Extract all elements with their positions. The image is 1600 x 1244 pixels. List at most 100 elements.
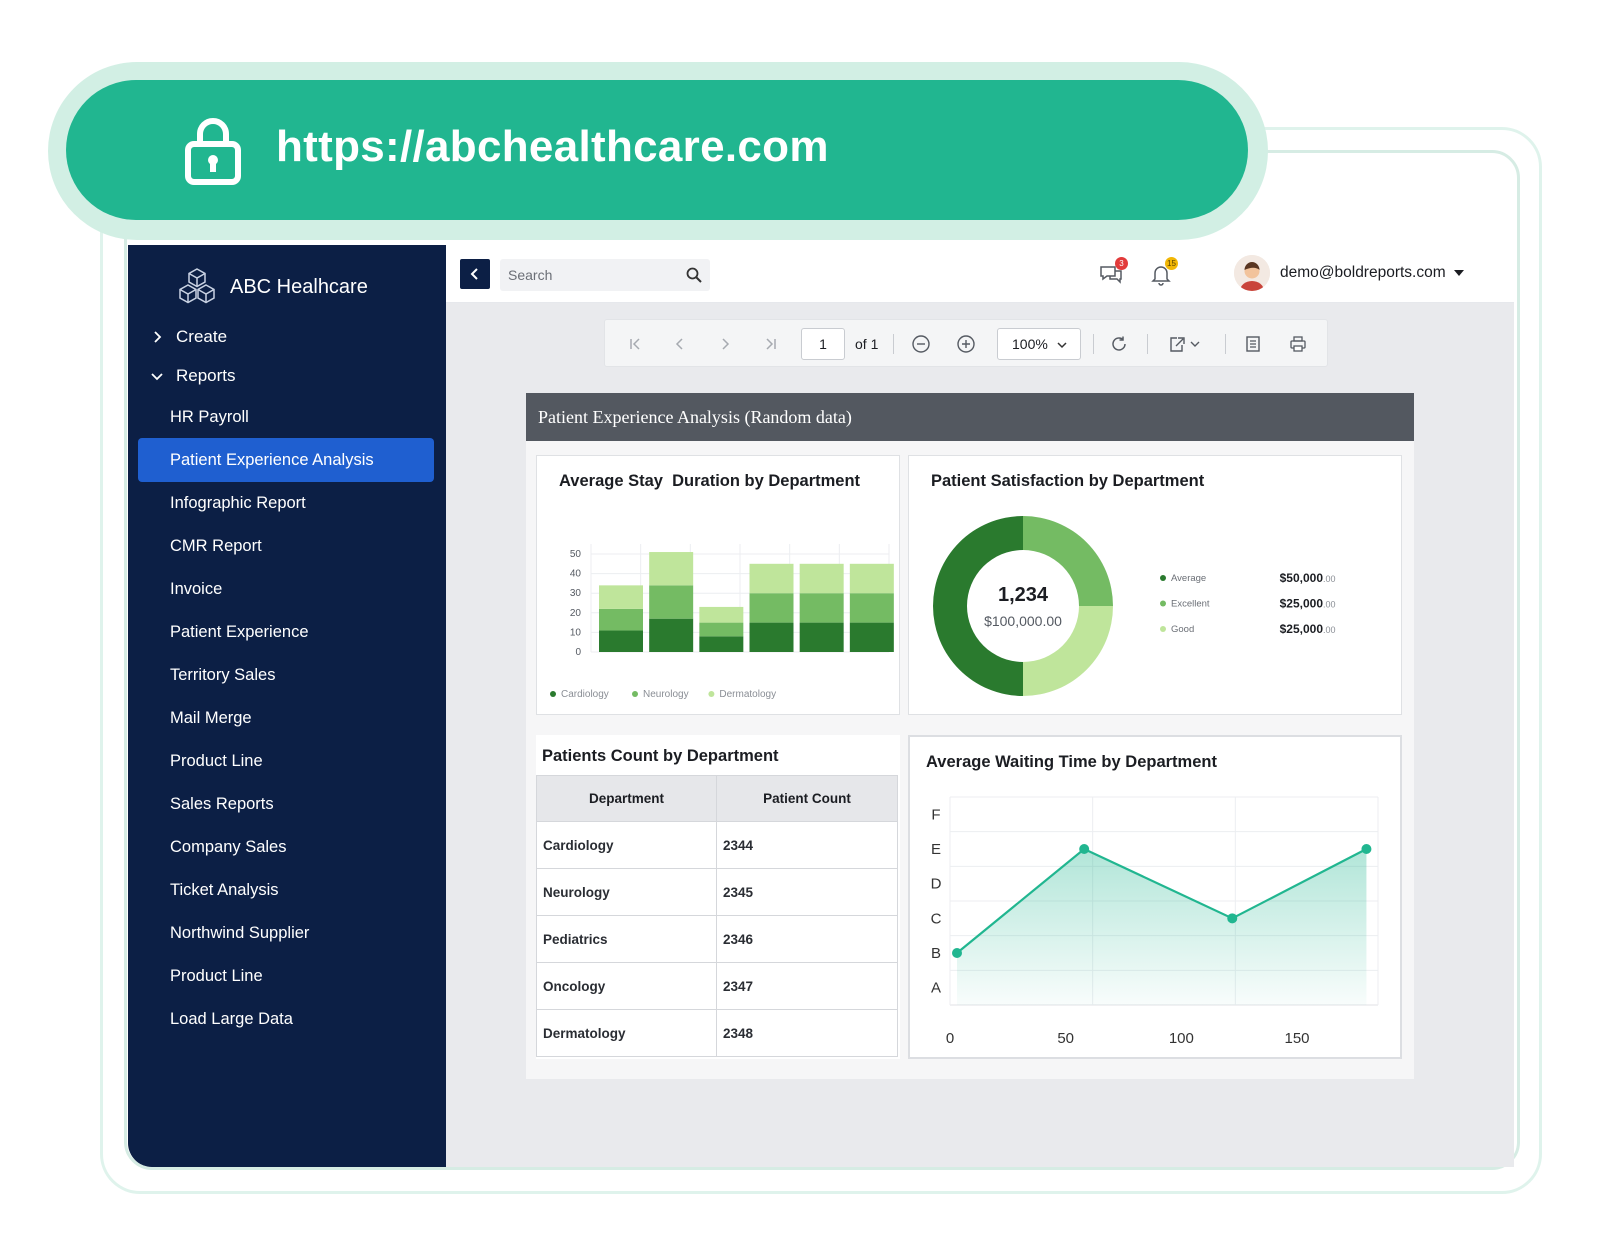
column-header-department[interactable]: Department <box>536 775 717 822</box>
page-number-input[interactable]: 1 <box>801 328 845 360</box>
url-text[interactable]: https://abchealthcare.com <box>276 122 829 172</box>
y-tick-label: A <box>931 980 941 997</box>
satisfaction-card: Patient Satisfaction by Department 1,234… <box>908 455 1402 715</box>
sidebar-item-sales-reports[interactable]: Sales Reports <box>170 792 274 816</box>
department-cell: Neurology <box>536 868 717 916</box>
y-tick-label: 20 <box>570 608 582 619</box>
patient-count-cell: 2348 <box>716 1009 898 1057</box>
table-row: Pediatrics 2346 <box>536 915 898 963</box>
legend-label: Cardiology <box>561 689 609 700</box>
zoom-select[interactable]: 100% <box>997 328 1081 360</box>
nav-group-reports[interactable]: Reports <box>150 364 236 388</box>
bar-segment <box>599 630 643 652</box>
x-tick-label: 150 <box>1285 1030 1310 1047</box>
sidebar-item-company-sales[interactable]: Company Sales <box>170 835 286 859</box>
search-input[interactable] <box>500 259 670 291</box>
sidebar-item-patient-experience-analysis[interactable]: Patient Experience Analysis <box>138 438 434 482</box>
viewer-toolbar: 1 of 1 100% <box>604 319 1328 367</box>
previous-page-button[interactable] <box>668 332 692 356</box>
waiting-time-card: Average Waiting Time by Department ABCDE… <box>908 735 1402 1059</box>
print-icon <box>1290 336 1306 352</box>
collapse-sidebar-button[interactable] <box>460 259 490 289</box>
bar-segment <box>849 593 894 623</box>
patient-count-cell: 2344 <box>716 821 898 869</box>
url-bar[interactable]: https://abchealthcare.com <box>66 80 1248 220</box>
toolbar-divider <box>1093 334 1094 354</box>
legend-amount: $50,000 <box>1280 571 1324 585</box>
toolbar-divider <box>1225 334 1226 354</box>
zoom-in-button[interactable] <box>954 332 978 356</box>
messages-button[interactable]: 3 <box>1098 257 1128 287</box>
first-page-button[interactable] <box>623 332 647 356</box>
area-fill <box>957 849 1367 1005</box>
sidebar-item-hr-payroll[interactable]: HR Payroll <box>170 405 249 429</box>
messages-badge: 3 <box>1115 257 1128 270</box>
search-icon[interactable] <box>686 267 702 283</box>
table-row: Dermatology 2348 <box>536 1009 898 1057</box>
sidebar-item-product-line[interactable]: Product Line <box>170 749 263 773</box>
next-page-button[interactable] <box>713 332 737 356</box>
sidebar-item-cmr-report[interactable]: CMR Report <box>170 534 262 558</box>
sidebar-item-ticket-analysis[interactable]: Ticket Analysis <box>170 878 279 902</box>
brand[interactable]: ABC Healhcare <box>176 263 368 311</box>
last-page-icon <box>766 338 776 350</box>
refresh-icon <box>1112 336 1126 351</box>
sidebar-item-infographic-report[interactable]: Infographic Report <box>170 491 306 515</box>
sidebar-item-mail-merge[interactable]: Mail Merge <box>170 706 252 730</box>
chevron-left-icon <box>675 338 683 350</box>
nav-group-label: Create <box>176 327 228 346</box>
y-tick-label: C <box>931 910 942 927</box>
patient-count-cell: 2345 <box>716 868 898 916</box>
stay-duration-bar-chart: 0 10 20 30 40 50 Cardiology Neurology Dermatolog… <box>550 544 894 700</box>
search-box <box>500 259 710 291</box>
column-header-patient-count[interactable]: Patient Count <box>716 775 898 822</box>
chevron-right-icon <box>722 338 730 350</box>
legend-label: Dermatology <box>719 689 776 700</box>
zoom-out-button[interactable] <box>909 332 933 356</box>
zoom-out-icon <box>912 335 930 353</box>
avatar[interactable] <box>1234 255 1270 291</box>
patient-count-cell: 2347 <box>716 962 898 1010</box>
sidebar-item-territory-sales[interactable]: Territory Sales <box>170 663 275 687</box>
y-tick-label: 0 <box>575 647 581 658</box>
sidebar-item-patient-experience[interactable]: Patient Experience <box>170 620 309 644</box>
print-button[interactable] <box>1286 332 1310 356</box>
x-tick-label: 100 <box>1169 1030 1194 1047</box>
x-tick-label: 0 <box>946 1030 954 1047</box>
sidebar-item-invoice[interactable]: Invoice <box>170 577 222 601</box>
legend-marker <box>708 691 715 697</box>
sidebar-item-load-large-data[interactable]: Load Large Data <box>170 1007 293 1031</box>
department-cell: Pediatrics <box>536 915 717 963</box>
user-avatar-icon <box>1234 255 1270 291</box>
bar-segment <box>649 552 694 586</box>
refresh-button[interactable] <box>1107 332 1131 356</box>
sidebar-item-northwind-supplier[interactable]: Northwind Supplier <box>170 921 309 945</box>
export-button[interactable] <box>1165 332 1205 356</box>
sidebar-item-product-line-2[interactable]: Product Line <box>170 964 263 988</box>
legend-label: Average <box>1171 573 1206 584</box>
stay-duration-card: Average Stay Duration by Department 0 10 2… <box>536 455 900 715</box>
brand-name: ABC Healhcare <box>230 275 368 298</box>
data-point <box>1079 844 1090 854</box>
donut-center-sub: $100,000.00 <box>984 613 1062 629</box>
patients-count-title: Patients Count by Department <box>542 747 779 765</box>
nav-group-create[interactable]: Create <box>150 325 227 349</box>
caret-down-icon[interactable] <box>1454 270 1464 276</box>
bar-segment <box>799 622 844 652</box>
y-tick-label: 40 <box>570 569 582 580</box>
user-email[interactable]: demo@boldreports.com <box>1280 264 1446 282</box>
table-row: Oncology 2347 <box>536 962 898 1010</box>
y-tick-label: B <box>931 945 941 962</box>
notifications-button[interactable]: 15 <box>1148 257 1178 287</box>
legend-label: Good <box>1171 624 1194 635</box>
bar-segment <box>599 608 643 631</box>
y-tick-label: 30 <box>570 588 582 599</box>
data-point <box>952 948 962 958</box>
bar-segment <box>699 636 744 652</box>
legend-label: Neurology <box>643 689 689 700</box>
legend-amount: $25,000 <box>1280 597 1324 611</box>
report-page: Patient Experience Analysis (Random data… <box>526 393 1414 1079</box>
last-page-button[interactable] <box>759 332 783 356</box>
page-setup-button[interactable] <box>1241 332 1265 356</box>
donut-slice <box>933 516 1023 696</box>
